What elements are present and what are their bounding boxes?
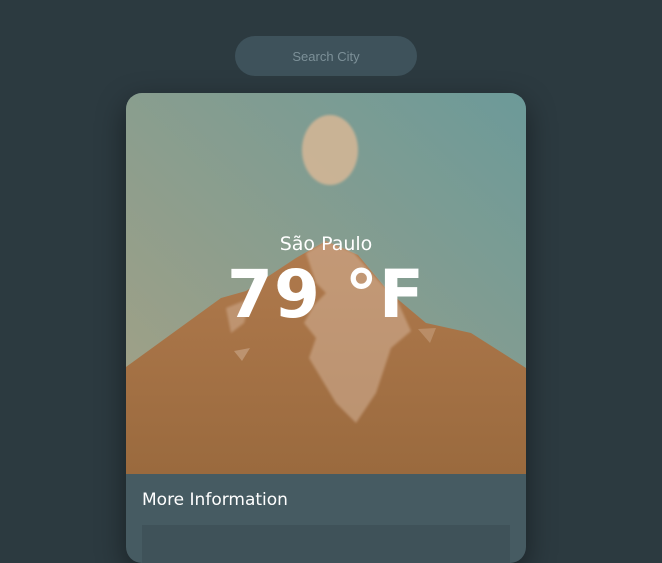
temperature: 79 °F bbox=[227, 256, 425, 333]
search-input[interactable] bbox=[235, 36, 417, 76]
more-information-panel bbox=[142, 525, 510, 563]
more-information-title: More Information bbox=[142, 490, 288, 510]
city-name: São Paulo bbox=[279, 233, 373, 255]
weather-card: São Paulo 79 °F More Information bbox=[126, 93, 526, 563]
sun-icon bbox=[302, 115, 358, 185]
